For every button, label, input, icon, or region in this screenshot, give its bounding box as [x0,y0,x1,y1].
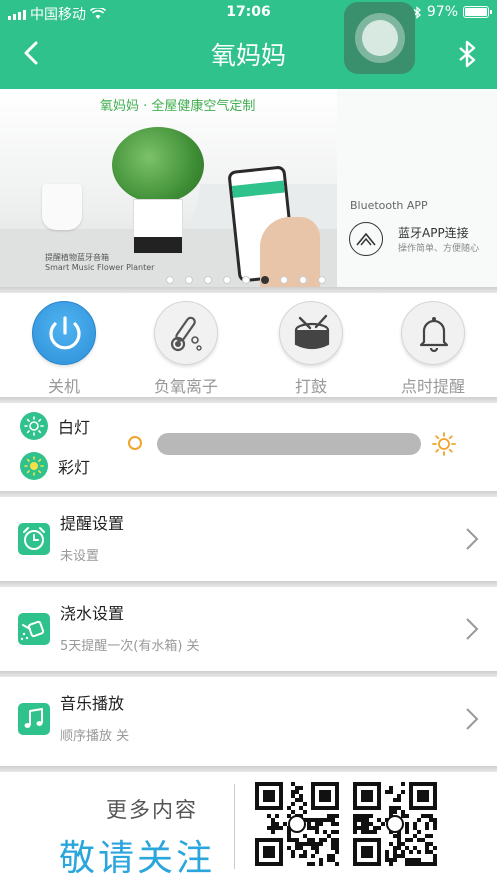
white-light-label: 白灯 [58,418,91,437]
carousel-dots [166,276,326,284]
carousel-dot[interactable] [223,276,231,284]
banner-slogan: 氧妈妈 · 全屋健康空气定制 [100,99,256,114]
footer-more-text: 更多内容 [106,798,198,822]
follow-footer: 更多内容 敬请关注 [0,774,497,883]
sun-icon [432,432,456,456]
light-panel: 白灯 彩灯 [0,403,497,489]
music-settings-title: 音乐播放 [60,694,125,713]
battery-icon [463,6,492,18]
carousel-dot[interactable] [166,276,174,284]
alarm-clock-icon [18,523,50,555]
music-settings-value: 顺序播放 关 [60,729,130,744]
anion-label: 负氧离子 [153,377,218,396]
top-bar: 中国移动 17:06 97% 氧妈妈 [0,0,497,89]
carousel-dot[interactable] [204,276,212,284]
reminder-settings-row[interactable]: 提醒设置 未设置 [0,497,497,581]
sun-outline-icon [128,436,142,450]
watering-can-icon [18,613,50,645]
footer-follow-text: 敬请关注 [59,838,216,879]
carousel-dot[interactable] [318,276,326,284]
bluetooth-icon [459,40,476,68]
banner-side [337,89,497,287]
banner-bt-app-label: Bluetooth APP [350,199,428,212]
chevron-right-icon [466,528,479,550]
white-light-toggle[interactable]: 白灯 [20,412,90,440]
carousel-dot[interactable] [280,276,288,284]
banner-cup [42,184,82,230]
banner-product-name: 提醒植物蓝牙音箱 [45,253,109,262]
carousel-dot[interactable] [242,276,250,284]
assistive-touch-button[interactable] [344,2,415,74]
chevron-right-icon [466,618,479,640]
power-icon [32,301,96,365]
app-link-icon [349,222,383,256]
white-light-icon [20,412,48,440]
anion-button[interactable]: 负氧离子 [136,293,236,397]
banner-product-name-en: Smart Music Flower Planter [45,263,155,272]
carousel-dot[interactable] [185,276,193,284]
status-bar: 中国移动 17:06 97% [0,0,497,26]
banner-link-title: 蓝牙APP连接 [398,226,469,240]
thermometer-icon [154,301,218,365]
drum-button[interactable]: 打鼓 [261,293,361,397]
watering-settings-title: 浇水设置 [60,604,125,623]
qr-code-icon [255,782,339,866]
banner-plant [112,127,204,203]
app-screen: 中国移动 17:06 97% 氧妈妈 氧妈妈 · 全屋健康空气定制 提醒植物蓝牙… [0,0,497,883]
banner-planter [133,199,183,254]
battery-percent: 97% [426,4,458,20]
watering-settings-value: 5天提醒一次(有水箱) 关 [60,639,200,654]
reminder-button[interactable]: 点时提醒 [383,293,483,397]
music-settings-row[interactable]: 音乐播放 顺序播放 关 [0,677,497,761]
reminder-settings-value: 未设置 [60,549,100,564]
color-light-icon [20,452,48,480]
carousel-dot[interactable] [299,276,307,284]
banner-link-sub: 操作简单、方便随心 [398,244,480,254]
chevron-right-icon [466,708,479,730]
footer-divider [234,784,235,869]
color-light-toggle[interactable]: 彩灯 [20,452,90,480]
power-button[interactable]: 关机 [14,293,114,397]
qr-code-icon [353,782,437,866]
color-light-label: 彩灯 [58,458,91,477]
drum-icon [279,301,343,365]
page-title: 氧妈妈 [210,41,286,70]
action-bar: 关机 负氧离子 打鼓 点时提醒 [0,293,497,397]
reminder-label: 点时提醒 [400,377,465,396]
bluetooth-button[interactable] [455,39,481,69]
promo-banner[interactable]: 氧妈妈 · 全屋健康空气定制 提醒植物蓝牙音箱 Smart Music Flow… [0,89,497,287]
bell-icon [401,301,465,365]
music-note-icon [18,703,50,735]
reminder-settings-title: 提醒设置 [60,514,125,533]
brightness-slider[interactable] [157,433,421,455]
carousel-dot[interactable] [261,276,269,284]
power-label: 关机 [47,377,80,396]
divider [0,766,497,772]
drum-label: 打鼓 [294,377,327,396]
watering-settings-row[interactable]: 浇水设置 5天提醒一次(有水箱) 关 [0,587,497,671]
banner-photo: 氧妈妈 · 全屋健康空气定制 提醒植物蓝牙音箱 Smart Music Flow… [0,89,351,287]
